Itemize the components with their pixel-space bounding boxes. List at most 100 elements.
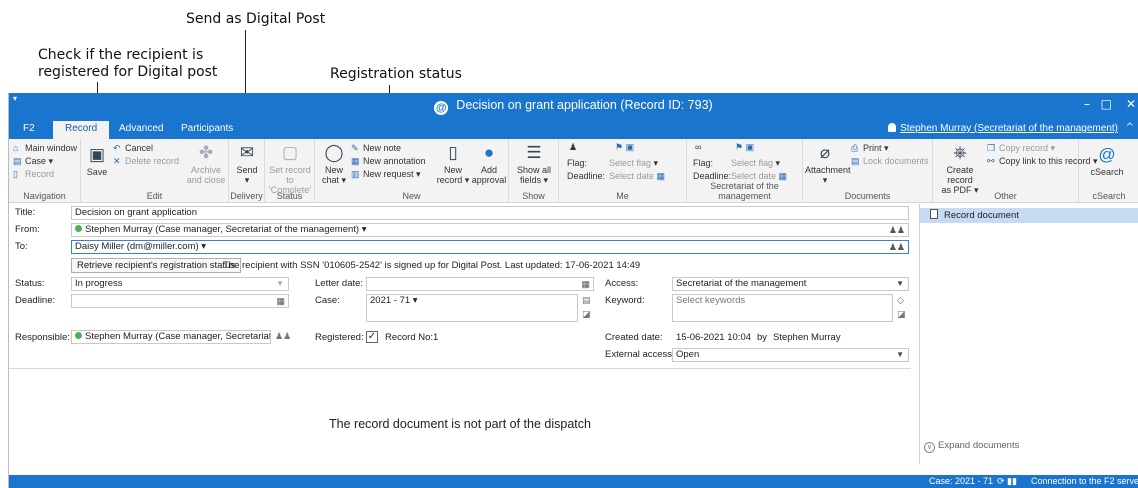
- set-complete-button[interactable]: ▢ Set record to 'Complete': [267, 143, 313, 195]
- me-person-icon: ♟: [569, 142, 578, 152]
- ribbon: ⌂ Main window ▤ Case ▾ ▯ Record Navigation …: [9, 139, 1138, 203]
- record-document-item[interactable]: Record document: [920, 208, 1138, 223]
- add-approval-button[interactable]: ● Add approval: [471, 143, 507, 185]
- lock-documents-button[interactable]: ▤ Lock documents: [851, 155, 929, 167]
- approval-icon: ●: [483, 143, 495, 162]
- new-note-button[interactable]: ✎ New note: [351, 142, 401, 154]
- paperclip-icon: ⌀: [819, 143, 831, 162]
- registered-checkbox[interactable]: ✓: [366, 331, 378, 343]
- group-label: Documents: [844, 191, 891, 201]
- deadline-input[interactable]: ▦: [71, 294, 289, 308]
- show-all-fields-button[interactable]: ☰ Show all fields ▾: [513, 143, 555, 185]
- status-select[interactable]: In progress ▼: [71, 277, 289, 291]
- documents-panel: Record document v Expand documents: [919, 204, 1138, 464]
- pdf-icon: ⎈: [953, 143, 967, 162]
- maximize-button[interactable]: □: [1101, 97, 1112, 111]
- responsible-field[interactable]: Stephen Murray (Case manager, Secretaria…: [71, 330, 271, 344]
- new-request-button[interactable]: ▥ New request ▾: [351, 168, 421, 180]
- from-field[interactable]: Stephen Murray (Case manager, Secretaria…: [71, 223, 909, 237]
- me-select-flag[interactable]: Select flag ▾: [609, 157, 658, 169]
- sec-select-flag[interactable]: Select flag ▾: [731, 157, 780, 169]
- status-case: Case: 2021 - 71: [929, 476, 994, 486]
- keyword-label: Keyword:: [605, 295, 645, 306]
- main-window-button[interactable]: ⌂ Main window: [13, 142, 77, 154]
- tab-advanced[interactable]: Advanced: [119, 123, 163, 134]
- title-label: Title:: [15, 207, 36, 218]
- delete-record-button[interactable]: ✕ Delete record: [113, 155, 179, 167]
- dispatch-message: The record document is not part of the d…: [329, 417, 591, 431]
- keyword-input[interactable]: Select keywords: [672, 294, 893, 322]
- group-label: Me: [616, 191, 629, 201]
- case-button[interactable]: ▤ Case ▾: [13, 155, 53, 167]
- annotation-registration-status: Registration status: [330, 66, 462, 82]
- calendar-icon[interactable]: ▦: [276, 295, 285, 307]
- tab-f2[interactable]: F2: [23, 123, 35, 134]
- tab-participants[interactable]: Participants: [181, 123, 233, 134]
- group-navigation: ⌂ Main window ▤ Case ▾ ▯ Record Navigation: [9, 139, 81, 203]
- print-icon: ⎙: [851, 143, 859, 153]
- case-picker-icon[interactable]: ▤: [582, 296, 591, 306]
- create-pdf-button[interactable]: ⎈ Create record as PDF ▾: [935, 143, 985, 195]
- contacts-icon[interactable]: ♟♟: [275, 332, 291, 342]
- calendar-icon[interactable]: ▦: [581, 278, 590, 290]
- csearch-button[interactable]: @ cSearch: [1087, 145, 1127, 177]
- contacts-icon[interactable]: ♟♟: [889, 224, 905, 236]
- record-window: ▾ @ Decision on grant application (Record…: [8, 93, 1138, 488]
- title-input[interactable]: Decision on grant application: [71, 206, 909, 220]
- cancel-button[interactable]: ↶ Cancel: [113, 142, 153, 154]
- archive-close-button[interactable]: ✤ Archive and close: [185, 143, 227, 185]
- save-icon: ▣: [88, 145, 106, 164]
- me-flag-label: Flag:: [567, 158, 588, 168]
- new-annotation-button[interactable]: ▦ New annotation: [351, 155, 426, 167]
- record-nav-button[interactable]: ▯ Record: [13, 168, 54, 180]
- letter-date-input[interactable]: ▦: [366, 277, 594, 291]
- contacts-icon[interactable]: ♟♟: [889, 241, 905, 253]
- to-label: To:: [15, 241, 28, 252]
- access-select[interactable]: Secretariat of the management ▼: [672, 277, 909, 291]
- new-chat-button[interactable]: ◯ New chat ▾: [319, 143, 349, 185]
- print-button[interactable]: ⎙ Print ▾: [851, 142, 889, 154]
- created-by-value: Stephen Murray: [773, 332, 841, 343]
- ribbon-tabs: F2 Record Advanced Participants Stephen …: [9, 119, 1138, 139]
- user-link[interactable]: Stephen Murray (Secretariat of the manag…: [888, 123, 1118, 134]
- me-select-date[interactable]: Select date ▦: [609, 170, 665, 182]
- save-button[interactable]: ▣ Save: [85, 145, 109, 177]
- team-icon: ∞: [695, 142, 702, 152]
- annotation-check-recipient: Check if the recipient is registered for…: [38, 47, 218, 80]
- close-button[interactable]: ✕: [1126, 97, 1136, 111]
- letter-date-label: Letter date:: [315, 278, 364, 289]
- open-case-icon[interactable]: ◪: [582, 310, 591, 320]
- group-new: ◯ New chat ▾ ✎ New note ▦ New annotation ▥ Ne…: [315, 139, 509, 203]
- copy-record-button[interactable]: ❐ Copy record ▾: [987, 142, 1055, 154]
- retrieve-registration-status-button[interactable]: Retrieve recipient's registration status: [71, 258, 242, 273]
- sync-icons: ⟳ ▮▮: [997, 476, 1017, 486]
- lock-icon: ▤: [851, 156, 860, 166]
- presence-dot-icon: [75, 225, 82, 232]
- user-icon: [888, 123, 897, 132]
- group-status: ▢ Set record to 'Complete' Status: [265, 139, 315, 203]
- case-field[interactable]: 2021 - 71 ▾: [366, 294, 578, 322]
- csearch-icon: @: [1098, 145, 1116, 164]
- record-no-label: Record No:: [385, 332, 434, 343]
- responsible-label: Responsible:: [15, 332, 70, 343]
- to-field[interactable]: Daisy Miller (dm@miller.com) ▾ ♟♟: [71, 240, 909, 254]
- send-button[interactable]: ✉ Send ▾: [231, 143, 263, 185]
- tab-record[interactable]: Record: [53, 121, 110, 139]
- minimize-button[interactable]: –: [1084, 97, 1090, 111]
- archive-icon: ✤: [198, 143, 214, 162]
- created-date-label: Created date:: [605, 332, 663, 343]
- attachment-button[interactable]: ⌀ Attachment ▾: [805, 143, 851, 185]
- group-label: Navigation: [23, 191, 66, 201]
- new-record-button[interactable]: ▯ New record ▾: [435, 143, 471, 185]
- divider: [9, 368, 911, 369]
- tag-icon[interactable]: ◇: [897, 296, 904, 306]
- group-edit: ▣ Save ↶ Cancel ✕ Delete record ✤ Archive and…: [81, 139, 229, 203]
- sec-flag-icons: ⚑ ▣: [735, 142, 755, 152]
- collapse-ribbon-icon[interactable]: ^: [1126, 122, 1134, 133]
- copy-icon: ❐: [987, 143, 996, 153]
- open-keyword-icon[interactable]: ◪: [897, 310, 906, 320]
- expand-documents-button[interactable]: v Expand documents: [924, 440, 1019, 453]
- external-access-select[interactable]: Open ▼: [672, 348, 909, 362]
- group-show: ☰ Show all fields ▾ Show: [509, 139, 559, 203]
- presence-dot-icon: [75, 332, 82, 339]
